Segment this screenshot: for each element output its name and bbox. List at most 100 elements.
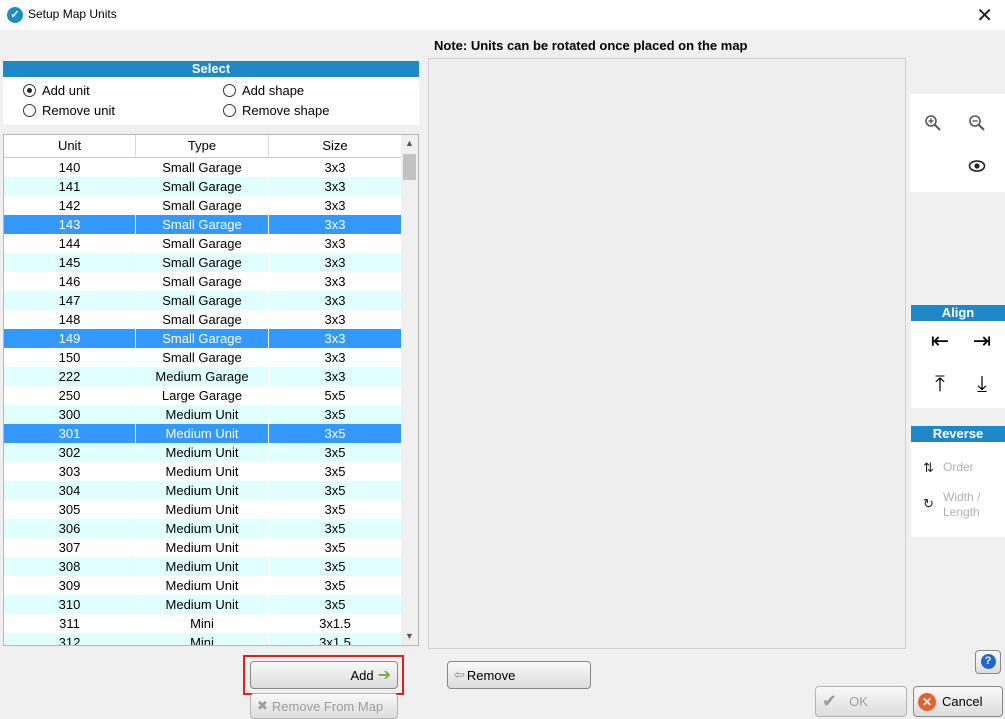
cell-type: Large Garage xyxy=(136,386,269,405)
radio-remove-shape[interactable]: Remove shape xyxy=(223,103,329,118)
cell-unit: 310 xyxy=(4,595,136,614)
title-bar: ✓ Setup Map Units ✕ xyxy=(0,0,1005,30)
radio-add-shape-label: Add shape xyxy=(242,83,305,98)
table-row[interactable]: 311 Mini 3x1.5 xyxy=(4,614,402,633)
cell-type: Small Garage xyxy=(136,291,269,310)
table-row[interactable]: 305 Medium Unit 3x5 xyxy=(4,500,402,519)
cell-size: 3x3 xyxy=(269,253,402,272)
reverse-width-length-label: Width / Length xyxy=(943,490,981,519)
remove-from-map-button[interactable]: ✖ Remove From Map xyxy=(250,693,398,719)
table-row[interactable]: 250 Large Garage 5x5 xyxy=(4,386,402,405)
cancel-button-label: Cancel xyxy=(942,694,983,709)
table-row[interactable]: 150 Small Garage 3x3 xyxy=(4,348,402,367)
cell-unit: 308 xyxy=(4,557,136,576)
cell-size: 3x3 xyxy=(269,234,402,253)
table-row[interactable]: 302 Medium Unit 3x5 xyxy=(4,443,402,462)
cell-size: 3x3 xyxy=(269,367,402,386)
table-row[interactable]: 310 Medium Unit 3x5 xyxy=(4,595,402,614)
column-header-unit[interactable]: Unit xyxy=(4,135,136,157)
help-button[interactable]: ? xyxy=(975,650,1001,674)
cancel-button[interactable]: ✕ Cancel xyxy=(913,686,1003,717)
remove-from-map-label: Remove From Map xyxy=(271,698,384,714)
units-grid[interactable]: Unit Type Size 140 Small Garage 3x3 141 Smal… xyxy=(3,134,419,646)
table-row[interactable]: 143 Small Garage 3x3 xyxy=(4,215,402,234)
table-row[interactable]: 147 Small Garage 3x3 xyxy=(4,291,402,310)
cell-unit: 309 xyxy=(4,576,136,595)
table-row[interactable]: 142 Small Garage 3x3 xyxy=(4,196,402,215)
table-row[interactable]: 144 Small Garage 3x3 xyxy=(4,234,402,253)
cell-type: Small Garage xyxy=(136,215,269,234)
cell-size: 3x3 xyxy=(269,177,402,196)
cell-type: Medium Unit xyxy=(136,462,269,481)
eye-icon[interactable] xyxy=(966,158,988,180)
align-top-icon[interactable]: ⤒ xyxy=(925,369,955,399)
table-row[interactable]: 145 Small Garage 3x3 xyxy=(4,253,402,272)
add-button-label: Add xyxy=(350,667,374,683)
reverse-order-button[interactable]: ⇅ Order xyxy=(923,460,974,476)
table-row[interactable]: 307 Medium Unit 3x5 xyxy=(4,538,402,557)
cell-size: 3x3 xyxy=(269,348,402,367)
cell-unit: 304 xyxy=(4,481,136,500)
radio-add-unit-indicator[interactable] xyxy=(23,84,36,97)
table-row[interactable]: 146 Small Garage 3x3 xyxy=(4,272,402,291)
remove-button[interactable]: ⇦ Remove xyxy=(447,661,591,689)
zoom-out-icon[interactable] xyxy=(966,114,988,136)
cell-type: Medium Unit xyxy=(136,405,269,424)
table-row[interactable]: 149 Small Garage 3x3 xyxy=(4,329,402,348)
table-row[interactable]: 140 Small Garage 3x3 xyxy=(4,158,402,177)
cancel-icon: ✕ xyxy=(918,692,936,711)
reverse-width-length-button[interactable]: ↻ Width / Length xyxy=(923,490,980,520)
align-bottom-icon[interactable]: ⤓ xyxy=(967,369,997,399)
column-header-size[interactable]: Size xyxy=(269,135,402,157)
close-button[interactable]: ✕ xyxy=(976,3,993,28)
table-row[interactable]: 148 Small Garage 3x3 xyxy=(4,310,402,329)
radio-add-shape[interactable]: Add shape xyxy=(223,83,304,98)
table-row[interactable]: 308 Medium Unit 3x5 xyxy=(4,557,402,576)
radio-remove-unit-indicator[interactable] xyxy=(23,104,36,117)
cell-size: 3x1.5 xyxy=(269,614,402,633)
column-header-type[interactable]: Type xyxy=(136,135,269,157)
grid-scrollbar[interactable]: ▲ ▼ xyxy=(401,135,418,645)
table-row[interactable]: 304 Medium Unit 3x5 xyxy=(4,481,402,500)
cell-size: 3x5 xyxy=(269,405,402,424)
table-row[interactable]: 141 Small Garage 3x3 xyxy=(4,177,402,196)
cell-unit: 303 xyxy=(4,462,136,481)
cell-unit: 302 xyxy=(4,443,136,462)
arrow-right-icon: ➔ xyxy=(377,667,391,684)
radio-add-unit[interactable]: Add unit xyxy=(23,83,90,98)
scroll-down-icon[interactable]: ▼ xyxy=(401,628,418,645)
cell-size: 3x1.5 xyxy=(269,633,402,645)
table-row[interactable]: 306 Medium Unit 3x5 xyxy=(4,519,402,538)
cell-type: Medium Unit xyxy=(136,500,269,519)
rotate-icon: ↻ xyxy=(923,496,934,511)
cell-type: Medium Unit xyxy=(136,481,269,500)
scroll-thumb[interactable] xyxy=(403,154,416,180)
table-row[interactable]: 222 Medium Garage 3x3 xyxy=(4,367,402,386)
table-row[interactable]: 312 Mini 3x1.5 xyxy=(4,633,402,645)
radio-remove-shape-indicator[interactable] xyxy=(223,104,236,117)
radio-remove-shape-label: Remove shape xyxy=(242,103,330,118)
radio-remove-unit[interactable]: Remove unit xyxy=(23,103,115,118)
align-header: Align xyxy=(911,305,1005,321)
zoom-in-icon[interactable] xyxy=(922,114,944,136)
cell-size: 3x3 xyxy=(269,196,402,215)
cell-size: 3x3 xyxy=(269,329,402,348)
cell-size: 3x5 xyxy=(269,443,402,462)
table-row[interactable]: 300 Medium Unit 3x5 xyxy=(4,405,402,424)
add-button[interactable]: Add ➔ xyxy=(250,661,398,689)
ok-button[interactable]: ✔ OK xyxy=(815,686,907,717)
table-row[interactable]: 309 Medium Unit 3x5 xyxy=(4,576,402,595)
table-row[interactable]: 301 Medium Unit 3x5 xyxy=(4,424,402,443)
cell-size: 3x5 xyxy=(269,557,402,576)
cell-type: Small Garage xyxy=(136,158,269,177)
align-right-icon[interactable]: ⇥ xyxy=(967,326,997,356)
cell-unit: 300 xyxy=(4,405,136,424)
radio-add-unit-label: Add unit xyxy=(42,83,90,98)
app-logo-icon: ✓ xyxy=(7,7,23,23)
align-left-icon[interactable]: ⇤ xyxy=(925,326,955,356)
map-canvas[interactable] xyxy=(428,58,906,649)
scroll-up-icon[interactable]: ▲ xyxy=(401,135,418,152)
radio-add-shape-indicator[interactable] xyxy=(223,84,236,97)
cell-unit: 150 xyxy=(4,348,136,367)
table-row[interactable]: 303 Medium Unit 3x5 xyxy=(4,462,402,481)
